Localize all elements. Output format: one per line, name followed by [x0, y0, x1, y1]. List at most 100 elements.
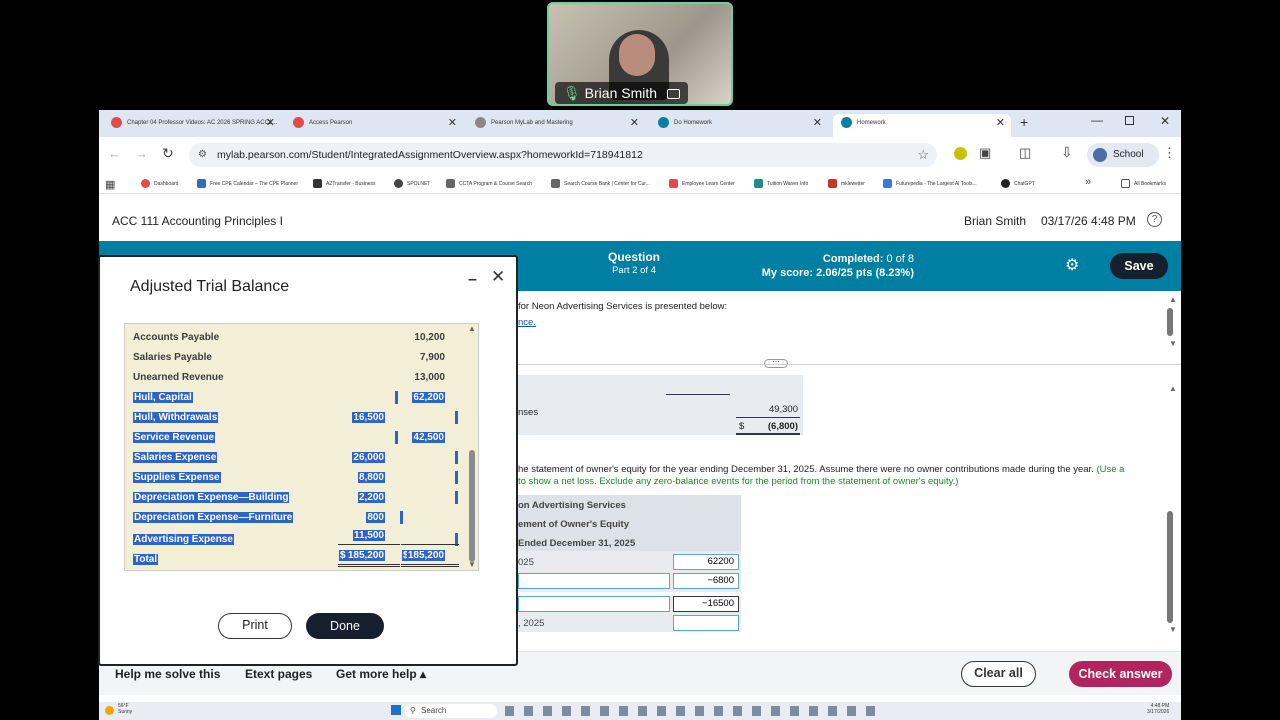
bookmark-item[interactable]: CCTA Program & Course Search	[446, 179, 532, 188]
weather-widget[interactable]: 56°F Sunny	[118, 703, 132, 715]
account-name: Salaries Expense	[133, 452, 218, 463]
clear-all-label: Clear all	[974, 666, 1023, 680]
profile-button[interactable]: School	[1087, 143, 1159, 167]
scrollbar-thumb[interactable]	[1167, 308, 1173, 336]
address-bar[interactable]: ⚙ mylab.pearson.com/Student/IntegratedAs…	[189, 143, 937, 167]
tab-do-homework[interactable]: Do Homework ✕	[650, 114, 828, 137]
settings-gear-icon[interactable]: ⚙	[1065, 255, 1079, 275]
scroll-down-icon[interactable]: ▼	[1169, 625, 1177, 634]
help-me-solve-link[interactable]: Help me solve this	[115, 667, 220, 681]
instruction-hint-2: to show a net loss. Exclude any zero-bal…	[518, 476, 959, 487]
scroll-down-icon[interactable]: ▼	[1169, 339, 1177, 348]
taskbar-search[interactable]: ⚲ Search	[405, 704, 497, 718]
debit-value: 26,000	[352, 452, 385, 463]
close-icon[interactable]: ✕	[996, 114, 1005, 133]
adjusted-trial-balance-dialog: Adjusted Trial Balance – ✕ Accounts Paya…	[98, 255, 518, 666]
trial-balance-table: Accounts Payable 10,200 Salaries Payable…	[124, 323, 479, 571]
etext-link[interactable]: Etext pages	[245, 667, 312, 681]
bookmark-item[interactable]: Free CPE Calendar – The CPE Planner	[197, 179, 298, 188]
back-icon[interactable]: ←	[108, 146, 121, 161]
row2-amount-input[interactable]: −6800	[673, 573, 739, 589]
close-icon[interactable]: ✕	[448, 114, 457, 133]
scroll-up-icon[interactable]: ▲	[1169, 295, 1177, 304]
minimize-icon[interactable]: –	[468, 271, 477, 289]
tab-access-pearson[interactable]: Access Pearson ✕	[285, 114, 463, 137]
site-info-icon[interactable]: ⚙	[198, 143, 207, 167]
scroll-down-icon[interactable]: ▼	[468, 560, 476, 569]
ending-capital-input[interactable]	[673, 615, 739, 631]
bookmark-item[interactable]: Employee Learn Center	[669, 179, 735, 188]
close-icon[interactable]: ✕	[813, 114, 822, 133]
help-icon[interactable]: ?	[1147, 212, 1162, 227]
debit-value: 8,800	[357, 472, 385, 483]
account-name: Unearned Revenue	[133, 372, 224, 383]
bookmark-item[interactable]: mkleweiter	[828, 179, 865, 188]
table-row-total: Total $ 185,200 $ 185,200	[125, 550, 465, 570]
score-status: My score: 2.06/25 pts (8.23%)	[754, 266, 914, 280]
rule-line	[338, 544, 400, 545]
credit-value: 7,900	[419, 352, 445, 363]
close-icon[interactable]: ✕	[491, 267, 505, 287]
minimize-button[interactable]: —	[1091, 113, 1103, 127]
tab-homework[interactable]: Homework ✕	[833, 114, 1011, 137]
row3-amount-input[interactable]: −16500	[673, 596, 739, 612]
account-name: Depreciation Expense—Furniture	[133, 512, 294, 523]
check-answer-button[interactable]: Check answer	[1069, 661, 1172, 687]
bookmark-item[interactable]: SPOLNET	[394, 179, 430, 188]
bookmarks-bar: ▦ Dashboard Free CPE Calendar – The CPE …	[99, 174, 1181, 194]
table-row: Salaries Expense 26,000	[125, 448, 465, 468]
new-tab-button[interactable]: +	[1020, 114, 1028, 130]
close-window-button[interactable]: ✕	[1160, 114, 1170, 128]
scrollbar-thumb[interactable]	[1167, 511, 1173, 623]
beginning-capital-input[interactable]: 62200	[673, 554, 739, 570]
print-label: Print	[242, 618, 268, 632]
bookmark-item[interactable]: Dashboard	[141, 179, 178, 188]
score-label: My score:	[761, 267, 814, 279]
row3-label-select[interactable]	[518, 596, 670, 612]
bookmark-item-all[interactable]: All Bookmarks	[1121, 179, 1166, 188]
apps-grid-icon[interactable]: ▦	[105, 178, 115, 191]
account-name: Accounts Payable	[133, 332, 220, 343]
taskbar: 56°F Sunny ⚲ Search 4:48 PM 3/17/2026	[99, 702, 1181, 720]
bookmark-item[interactable]: Search Course Bank | Center for Cur...	[551, 179, 650, 188]
close-icon[interactable]: ✕	[266, 114, 275, 133]
get-more-help-link[interactable]: Get more help ▴	[336, 667, 426, 681]
row2-label-select[interactable]	[518, 573, 670, 589]
windows-start-icon[interactable]	[391, 705, 401, 715]
question-part: Part 2 of 4	[612, 265, 656, 276]
close-icon[interactable]: ✕	[630, 114, 639, 133]
chevron-right-icon[interactable]: »	[1085, 176, 1091, 188]
done-button[interactable]: Done	[306, 613, 384, 639]
bookmark-item[interactable]: AZTransfer - Business	[313, 179, 376, 188]
taskbar-app-icons[interactable]	[505, 706, 885, 716]
extension-icon[interactable]	[954, 147, 967, 160]
save-button[interactable]: Save	[1110, 253, 1168, 279]
video-tile: 🎙 Brian Smith	[547, 2, 733, 106]
reload-icon[interactable]: ↻	[162, 145, 174, 162]
income-statement-fragment: nses 49,300 $ (6,800)	[518, 375, 803, 435]
bookmark-item[interactable]: Futurepedia - The Largest AI Tools...	[883, 179, 977, 188]
user-name: Brian Smith	[964, 214, 1027, 228]
bookmark-item[interactable]: Tuition Waiver Info	[754, 179, 808, 188]
puzzle-icon[interactable]: ▣	[979, 145, 991, 161]
debit-value: 16,500	[352, 412, 385, 423]
restore-button[interactable]	[1125, 116, 1134, 125]
scrollbar-thumb[interactable]	[469, 450, 475, 562]
download-icon[interactable]: ⇩	[1061, 144, 1073, 161]
instruction-text: he statement of owner's equity for the y…	[518, 464, 1094, 475]
bookmark-star-icon[interactable]: ☆	[917, 143, 929, 167]
clock[interactable]: 4:48 PM 3/17/2026	[1147, 703, 1169, 715]
menu-kebab-icon[interactable]: ⋮	[1163, 145, 1176, 161]
bookmark-item[interactable]: ChatGPT	[1001, 179, 1035, 188]
scroll-up-icon[interactable]: ▲	[468, 324, 476, 333]
data-link[interactable]: nce.	[518, 317, 536, 328]
scroll-up-icon[interactable]: ▲	[1169, 384, 1177, 393]
print-button[interactable]: Print	[218, 613, 292, 639]
cast-icon[interactable]: ◫	[1019, 145, 1031, 161]
tab-chapter-videos[interactable]: Chapter 04 Professor Videos: AC 2026 SPR…	[103, 114, 281, 137]
table-row: Advertising Expense 11,500	[125, 530, 465, 550]
tab-mylab[interactable]: Pearson MyLab and Mastering ✕	[467, 114, 645, 137]
question-label: Question	[607, 250, 660, 264]
forward-icon[interactable]: →	[135, 146, 148, 161]
clear-all-button[interactable]: Clear all	[961, 661, 1036, 687]
